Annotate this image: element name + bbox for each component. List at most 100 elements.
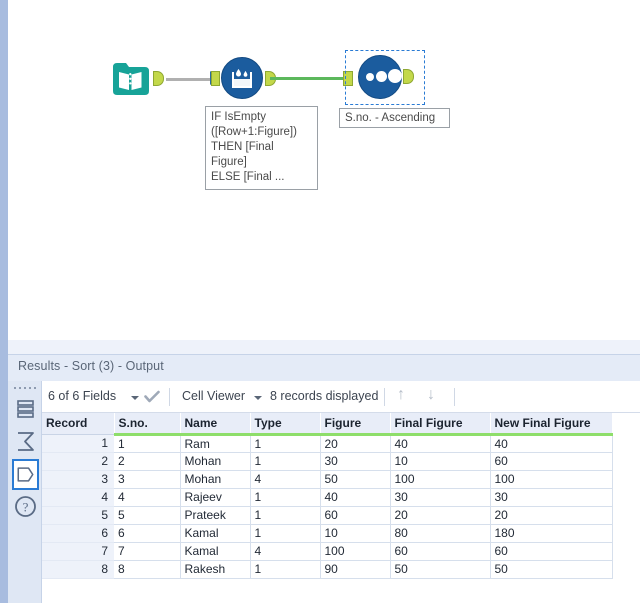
table-cell[interactable]: 1 [250, 488, 321, 507]
table-cell[interactable]: 20 [490, 506, 613, 525]
annotation-sort: S.no. - Ascending [339, 108, 450, 128]
table-cell[interactable]: 8 [114, 560, 181, 579]
cell-viewer-label[interactable]: Cell Viewer [182, 389, 245, 403]
table-cell[interactable]: 50 [390, 560, 491, 579]
table-row[interactable]: 4 4 Rajeev 1 40 30 30 [42, 488, 613, 507]
table-row[interactable]: 5 5 Prateek 1 60 20 20 [42, 506, 613, 525]
chevron-down-icon-fields[interactable] [131, 396, 139, 400]
table-cell[interactable]: 2 [114, 452, 181, 471]
checkmark-icon[interactable] [144, 390, 160, 404]
table-cell[interactable]: 4 [114, 488, 181, 507]
column-header-figure[interactable]: Figure [320, 413, 391, 436]
table-cell[interactable]: Rakesh [180, 560, 251, 579]
record-number-cell[interactable]: 1 [42, 434, 114, 453]
table-cell[interactable]: 100 [390, 470, 491, 489]
rail-button-help[interactable]: ? [12, 491, 39, 522]
table-cell[interactable]: Kamal [180, 542, 251, 561]
table-cell[interactable]: 60 [490, 452, 613, 471]
table-row[interactable]: 3 3 Mohan 4 50 100 100 [42, 470, 613, 489]
table-cell[interactable]: 20 [320, 434, 391, 453]
table-cell[interactable]: 90 [320, 560, 391, 579]
table-cell[interactable]: 1 [114, 434, 181, 453]
column-header-type[interactable]: Type [250, 413, 321, 436]
table-cell[interactable]: 40 [390, 434, 491, 453]
rail-button-data-output[interactable] [12, 459, 39, 490]
table-cell[interactable]: Rajeev [180, 488, 251, 507]
record-number-cell[interactable]: 3 [42, 470, 114, 489]
table-cell[interactable]: 40 [320, 488, 391, 507]
table-cell[interactable]: 1 [250, 506, 321, 525]
table-cell[interactable]: Mohan [180, 452, 251, 471]
table-cell[interactable]: Prateek [180, 506, 251, 525]
input-anchor-formula[interactable] [211, 71, 220, 86]
rail-button-messages[interactable] [12, 426, 39, 457]
column-header-final-figure[interactable]: Final Figure [390, 413, 491, 436]
toolbar-separator-3 [454, 388, 455, 406]
table-cell[interactable]: Ram [180, 434, 251, 453]
scroll-up-button[interactable]: ↑ [397, 386, 405, 404]
tool-input-data[interactable] [106, 55, 164, 103]
sigma-icon [18, 432, 34, 451]
chevron-down-icon-viewer[interactable] [254, 396, 262, 400]
table-cell[interactable]: 40 [490, 434, 613, 453]
table-cell[interactable]: 20 [390, 506, 491, 525]
table-cell[interactable]: 1 [250, 560, 321, 579]
table-cell[interactable]: Kamal [180, 524, 251, 543]
column-header-new-final-figure[interactable]: New Final Figure [490, 413, 613, 436]
record-number-cell[interactable]: 6 [42, 524, 114, 543]
results-icon-rail: ? [8, 381, 42, 603]
table-cell[interactable]: 10 [390, 452, 491, 471]
table-cell[interactable]: 30 [320, 452, 391, 471]
tool-multi-row-formula[interactable] [221, 57, 276, 101]
workflow-canvas[interactable]: IF IsEmpty ([Row+1:Figure]) THEN [Final … [8, 0, 640, 340]
table-cell[interactable]: 100 [320, 542, 391, 561]
table-cell[interactable]: 50 [320, 470, 391, 489]
table-cell[interactable]: 80 [390, 524, 491, 543]
record-number-cell[interactable]: 5 [42, 506, 114, 525]
column-header-name[interactable]: Name [180, 413, 251, 436]
table-row[interactable]: 2 2 Mohan 1 30 10 60 [42, 452, 613, 471]
table-cell[interactable]: Mohan [180, 470, 251, 489]
table-cell[interactable]: 60 [490, 542, 613, 561]
record-number-cell[interactable]: 7 [42, 542, 114, 561]
three-dots-icon [366, 73, 374, 81]
rail-grip-handle[interactable] [14, 385, 36, 391]
column-header-record[interactable]: Record [42, 413, 115, 435]
output-anchor-input-data[interactable] [153, 71, 164, 86]
toolbar-separator-2 [384, 388, 385, 406]
table-cell[interactable]: 1 [250, 452, 321, 471]
table-cell[interactable]: 7 [114, 542, 181, 561]
table-cell[interactable]: 4 [250, 470, 321, 489]
table-cell[interactable]: 30 [490, 488, 613, 507]
book-icon [113, 63, 149, 95]
table-row[interactable]: 1 1 Ram 1 20 40 40 [42, 434, 613, 453]
table-cell[interactable]: 30 [390, 488, 491, 507]
table-cell[interactable]: 6 [114, 524, 181, 543]
table-cell[interactable]: 50 [490, 560, 613, 579]
fields-selector-label[interactable]: 6 of 6 Fields [48, 389, 116, 403]
table-body: 1 1 Ram 1 20 40 40 2 2 Mohan 1 30 10 60 3 3 Mohan 4 50 100 1… [42, 434, 613, 579]
table-cell[interactable]: 1 [250, 434, 321, 453]
table-cell[interactable]: 10 [320, 524, 391, 543]
table-cell[interactable]: 60 [320, 506, 391, 525]
table-row[interactable]: 6 6 Kamal 1 10 80 180 [42, 524, 613, 543]
column-header-sno[interactable]: S.no. [114, 413, 181, 436]
table-cell[interactable]: 3 [114, 470, 181, 489]
rail-button-all-tools[interactable] [12, 394, 39, 425]
table-cell[interactable]: 5 [114, 506, 181, 525]
table-cell[interactable]: 60 [390, 542, 491, 561]
tool-sort[interactable] [345, 50, 425, 105]
table-cell[interactable]: 100 [490, 470, 613, 489]
help-icon: ? [15, 496, 36, 517]
table-cell[interactable]: 180 [490, 524, 613, 543]
table-cell[interactable]: 4 [250, 542, 321, 561]
record-number-cell[interactable]: 4 [42, 488, 114, 507]
scroll-down-button[interactable]: ↓ [427, 386, 435, 404]
table-cell[interactable]: 1 [250, 524, 321, 543]
record-number-cell[interactable]: 8 [42, 560, 114, 579]
results-table-area[interactable]: Record S.no. Name Type Figure Final Figu… [42, 413, 640, 603]
table-row[interactable]: 8 8 Rakesh 1 90 50 50 [42, 560, 613, 579]
connection-formula-to-sort[interactable] [270, 77, 346, 80]
table-row[interactable]: 7 7 Kamal 4 100 60 60 [42, 542, 613, 561]
record-number-cell[interactable]: 2 [42, 452, 114, 471]
